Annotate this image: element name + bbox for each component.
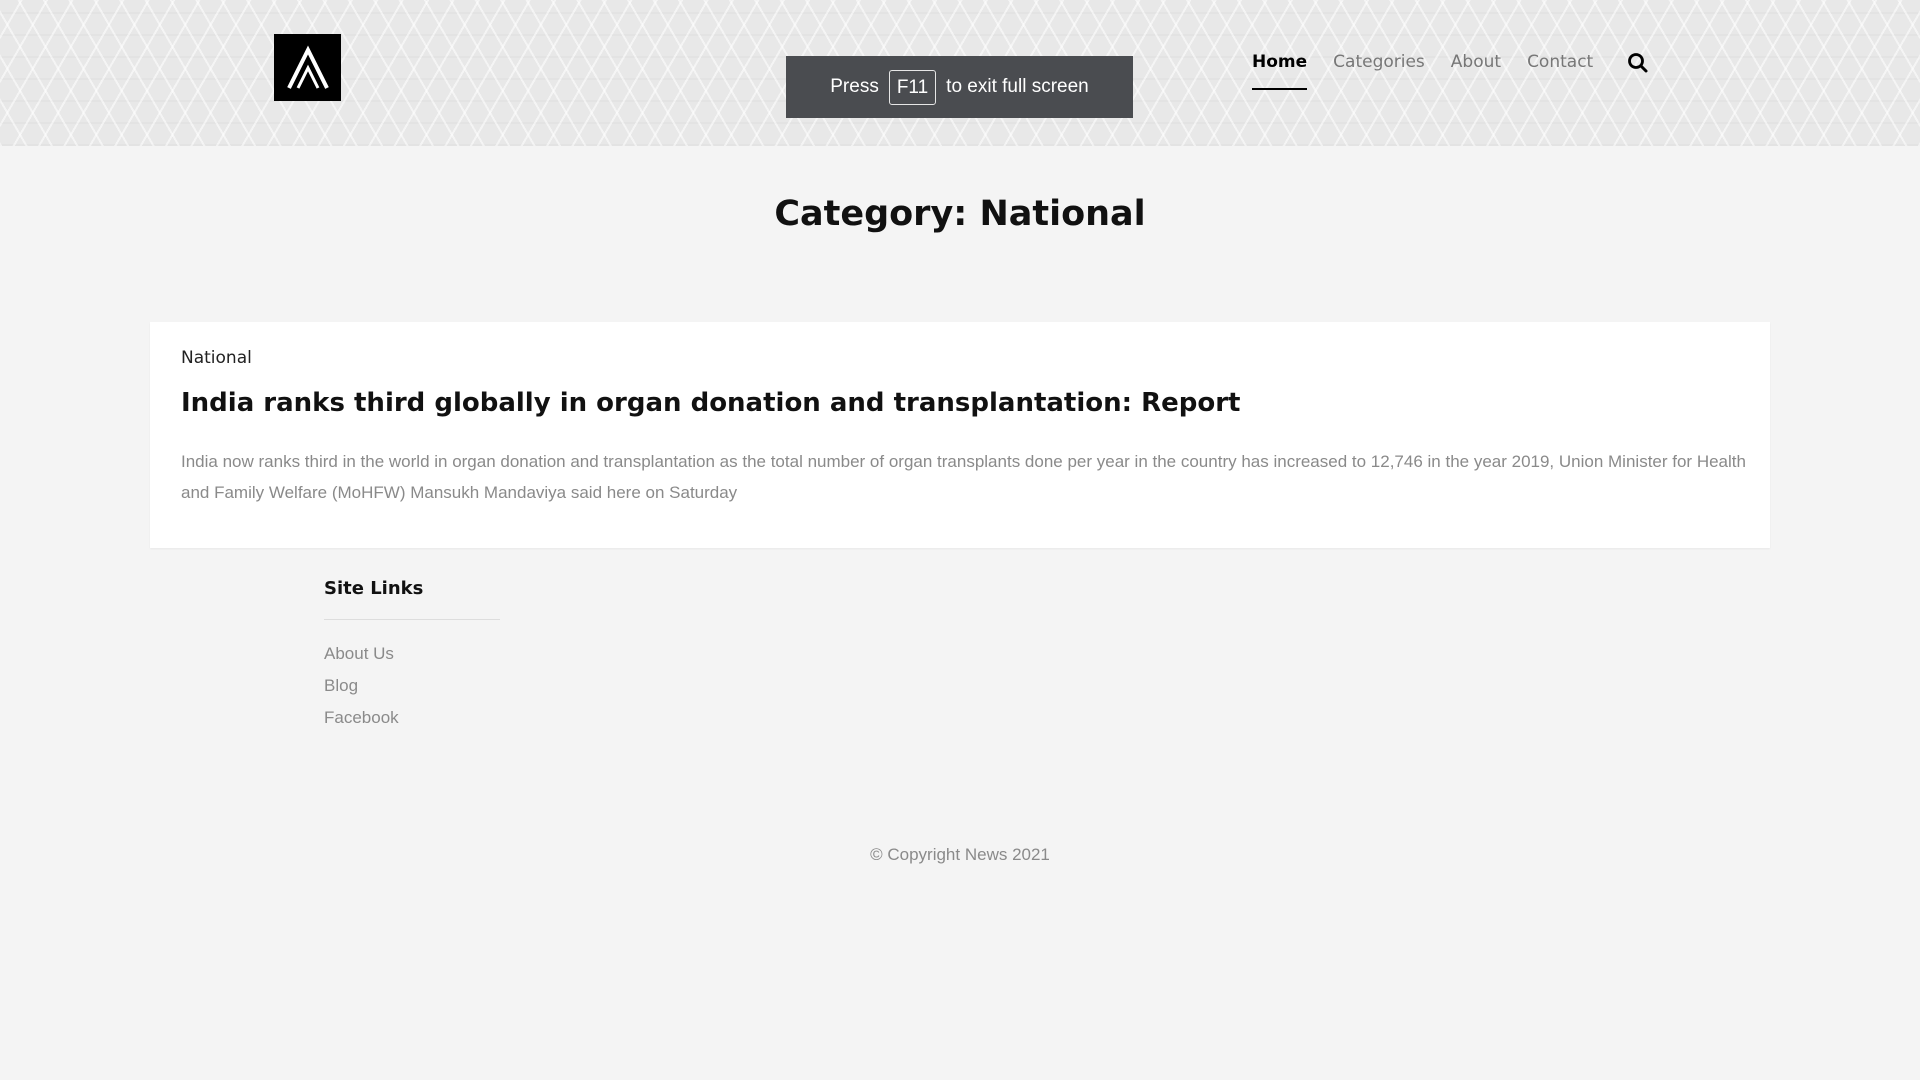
site-header: Press F11 to exit full screen Home Categ… xyxy=(0,0,1920,146)
fullscreen-notice-suffix: to exit full screen xyxy=(946,76,1089,97)
footer-link-item: Blog xyxy=(324,676,500,696)
post-card: National India ranks third globally in o… xyxy=(150,322,1770,548)
fullscreen-notice: Press F11 to exit full screen xyxy=(786,56,1133,118)
footer-site-links: Site Links About Us Blog Facebook xyxy=(324,578,500,740)
footer-link-item: About Us xyxy=(324,644,500,664)
main-nav: Home Categories About Contact xyxy=(1252,52,1593,90)
stylized-a-logo-icon xyxy=(286,45,329,89)
search-icon xyxy=(1628,53,1648,73)
fullscreen-notice-prefix: Press xyxy=(830,76,879,97)
nav-categories[interactable]: Categories xyxy=(1333,52,1425,90)
page-title: Category: National xyxy=(774,194,1146,234)
footer-link-facebook[interactable]: Facebook xyxy=(324,708,399,727)
site-logo[interactable] xyxy=(274,34,341,101)
search-button[interactable] xyxy=(1627,52,1649,74)
nav-contact[interactable]: Contact xyxy=(1527,52,1593,90)
fullscreen-key: F11 xyxy=(888,69,937,105)
nav-about[interactable]: About xyxy=(1451,52,1501,90)
post-category-link[interactable]: National xyxy=(181,348,252,368)
footer-link-blog[interactable]: Blog xyxy=(324,676,358,695)
post-excerpt: India now ranks third in the world in or… xyxy=(181,452,1746,502)
footer-link-item: Facebook xyxy=(324,708,500,728)
footer-heading: Site Links xyxy=(324,578,500,620)
nav-home[interactable]: Home xyxy=(1252,52,1308,90)
footer-link-about-us[interactable]: About Us xyxy=(324,644,394,663)
copyright-text: © Copyright News 2021 xyxy=(870,845,1050,864)
post-title-link[interactable]: India ranks third globally in organ dona… xyxy=(181,388,1240,418)
footer-links-list: About Us Blog Facebook xyxy=(324,644,500,728)
